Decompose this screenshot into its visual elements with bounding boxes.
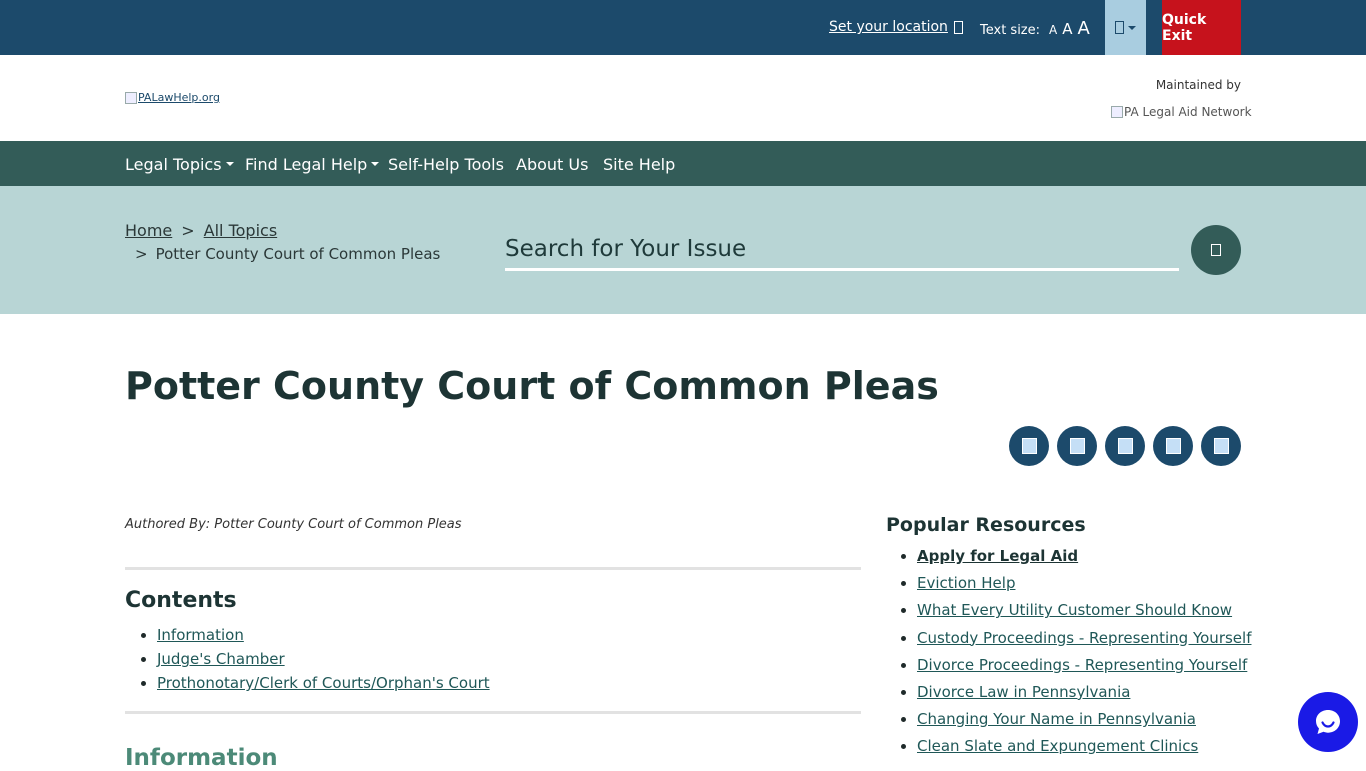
list-item: Judge's Chamber: [157, 649, 490, 673]
contents-link-information[interactable]: Information: [157, 626, 244, 644]
popular-resources-list: Apply for Legal Aid Eviction Help What E…: [917, 546, 1251, 764]
nav-label: Site Help: [603, 155, 676, 174]
chat-bubble-icon: [1316, 710, 1340, 734]
facebook-share-button[interactable]: [1009, 426, 1049, 466]
text-size-control: Text size: A A A: [980, 18, 1090, 39]
nav-legal-topics[interactable]: Legal Topics: [125, 155, 234, 174]
caret-down-icon: [225, 161, 234, 166]
breadcrumb-current-row: > Potter County Court of Common Pleas: [135, 245, 440, 263]
popular-link[interactable]: Eviction Help: [917, 574, 1015, 592]
location-icon: [953, 20, 963, 34]
twitter-share-icon: [1069, 438, 1085, 454]
text-size-medium[interactable]: A: [1062, 20, 1072, 38]
twitter-share-button[interactable]: [1057, 426, 1097, 466]
page-title: Potter County Court of Common Pleas: [125, 364, 939, 408]
list-item: Prothonotary/Clerk of Courts/Orphan's Co…: [157, 673, 490, 697]
popular-link[interactable]: Divorce Proceedings - Representing Yours…: [917, 656, 1247, 674]
list-item: Clean Slate and Expungement Clinics: [917, 736, 1251, 763]
maintained-by-label: Maintained by: [1155, 78, 1241, 92]
breadcrumb-current: Potter County Court of Common Pleas: [155, 245, 441, 263]
language-selector[interactable]: [1105, 0, 1146, 55]
site-logo-link[interactable]: PALawHelp.org: [125, 91, 220, 104]
set-location-link[interactable]: Set your location: [829, 19, 963, 35]
breadcrumb-all-topics[interactable]: All Topics: [204, 221, 278, 240]
linkedin-share-icon: [1117, 438, 1133, 454]
broken-image-icon: [1111, 106, 1123, 118]
caret-down-icon: [371, 161, 380, 166]
text-size-small[interactable]: A: [1049, 23, 1057, 37]
list-item: Custody Proceedings - Representing Yours…: [917, 628, 1251, 655]
utility-bar: Set your location Text size: A A A Quick…: [0, 0, 1366, 55]
information-heading: Information: [125, 745, 278, 771]
nav-label: Find Legal Help: [245, 155, 368, 174]
breadcrumb-separator: >: [181, 221, 195, 240]
list-item: Divorce Proceedings - Representing Yours…: [917, 655, 1251, 682]
list-item: Changing Your Name in Pennsylvania: [917, 709, 1251, 736]
list-item: Eviction Help: [917, 573, 1251, 600]
search-icon: [1211, 244, 1221, 256]
popular-link[interactable]: Changing Your Name in Pennsylvania: [917, 710, 1196, 728]
facebook-share-icon: [1021, 438, 1037, 454]
print-share-button[interactable]: [1201, 426, 1241, 466]
contents-list: Information Judge's Chamber Prothonotary…: [157, 625, 490, 697]
popular-resources-title: Popular Resources: [886, 514, 1086, 536]
popular-link[interactable]: Custody Proceedings - Representing Yours…: [917, 629, 1251, 647]
broken-image-icon: [125, 91, 137, 104]
search-input[interactable]: Search for Your Issue: [505, 236, 746, 262]
print-share-icon: [1213, 438, 1229, 454]
text-size-label: Text size:: [980, 23, 1041, 38]
logo-alt-text: PALawHelp.org: [138, 91, 220, 104]
list-item: Information: [157, 625, 490, 649]
contents-link-judges-chamber[interactable]: Judge's Chamber: [157, 650, 285, 668]
search-button[interactable]: [1191, 225, 1241, 275]
nav-about-us[interactable]: About Us: [516, 155, 588, 174]
nav-label: Legal Topics: [125, 155, 222, 174]
quick-exit-button[interactable]: Quick Exit: [1162, 0, 1241, 55]
list-item: Divorce Law in Pennsylvania: [917, 682, 1251, 709]
authored-by: Authored By: Potter County Court of Comm…: [125, 517, 462, 532]
network-logo-link[interactable]: PA Legal Aid Network: [1111, 105, 1252, 119]
nav-label: Self-Help Tools: [388, 155, 504, 174]
list-item: Apply for Legal Aid: [917, 546, 1251, 573]
email-share-icon: [1165, 438, 1181, 454]
email-share-button[interactable]: [1153, 426, 1193, 466]
set-location-label: Set your location: [829, 19, 948, 35]
breadcrumb-separator: >: [135, 245, 148, 263]
nav-self-help-tools[interactable]: Self-Help Tools: [388, 155, 504, 174]
network-alt-text: PA Legal Aid Network: [1124, 105, 1252, 119]
breadcrumb: Home > All Topics: [125, 221, 277, 240]
search-underline: [505, 268, 1179, 271]
breadcrumb-home[interactable]: Home: [125, 221, 172, 240]
main-nav: Legal Topics Find Legal Help Self-Help T…: [0, 141, 1366, 186]
chat-widget-button[interactable]: [1298, 692, 1358, 752]
divider: [125, 711, 861, 714]
list-item: What Every Utility Customer Should Know: [917, 600, 1251, 627]
nav-label: About Us: [516, 155, 589, 174]
contents-title: Contents: [125, 588, 237, 613]
nav-find-legal-help[interactable]: Find Legal Help: [245, 155, 380, 174]
chevron-down-icon: [1128, 25, 1136, 30]
popular-link[interactable]: Clean Slate and Expungement Clinics: [917, 737, 1198, 755]
divider: [125, 567, 861, 570]
nav-site-help[interactable]: Site Help: [603, 155, 675, 174]
linkedin-share-button[interactable]: [1105, 426, 1145, 466]
popular-link[interactable]: What Every Utility Customer Should Know: [917, 601, 1232, 619]
popular-link[interactable]: Divorce Law in Pennsylvania: [917, 683, 1130, 701]
text-size-large[interactable]: A: [1078, 18, 1090, 39]
popular-link[interactable]: Apply for Legal Aid: [917, 547, 1078, 565]
contents-link-prothonotary[interactable]: Prothonotary/Clerk of Courts/Orphan's Co…: [157, 674, 490, 692]
globe-icon: [1115, 21, 1124, 34]
